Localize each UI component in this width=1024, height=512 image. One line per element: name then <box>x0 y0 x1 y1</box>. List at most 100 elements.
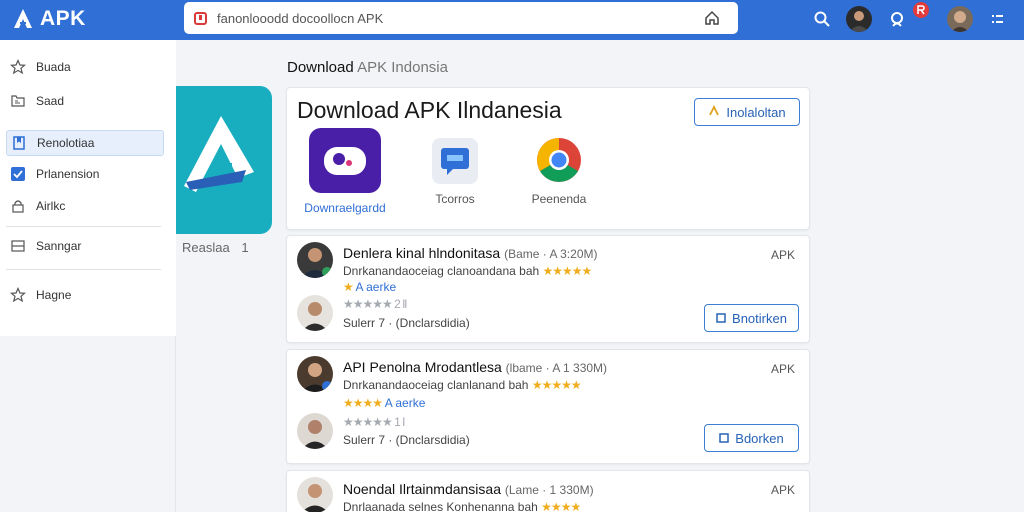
notification-badge-icon <box>913 2 929 18</box>
app-tile-downloader[interactable]: Downraelgardd <box>297 128 393 215</box>
row-desc-text: Dnrlaanada selnes Konhenanna bah <box>343 500 538 512</box>
app-tile-browser[interactable]: Peenenda <box>513 136 605 206</box>
sidebar-item-label: Buada <box>36 60 71 74</box>
reviewer-avatar <box>297 413 333 449</box>
app-tile-caption: Peenenda <box>531 192 587 206</box>
apk-logo-icon <box>184 116 254 192</box>
sidebar-item-planner[interactable]: Prlanension <box>6 161 164 187</box>
home-icon[interactable] <box>704 10 720 26</box>
row-subline: Sulerr 7 · (Dnclarsdidia) <box>343 316 470 330</box>
star-outline-icon <box>9 286 27 304</box>
list-item[interactable]: Denlera kinal hlndonitasa (Bame · A 3:20… <box>286 235 810 343</box>
page-title-sub: APK Indonsia <box>357 59 448 76</box>
chat-app-icon <box>309 128 381 193</box>
row-description: Dnrlaanada selnes Konhenanna bah ★★★★ <box>343 500 581 512</box>
sidebar-item-home[interactable]: Buada <box>6 54 164 80</box>
app-banner[interactable] <box>176 86 272 234</box>
reviewer-avatar <box>297 295 333 331</box>
row-link[interactable]: A aerke <box>355 280 396 294</box>
developer-avatar <box>297 242 333 278</box>
sidebar-item-label: Sanngar <box>36 239 82 253</box>
sidebar-item-recommended[interactable]: Renolotiaa <box>6 130 164 156</box>
brand-name: APK <box>40 7 86 30</box>
list-item[interactable]: API Penolna Mrodantlesa (lbame · A 1 330… <box>286 349 810 464</box>
star-icon: ★ <box>343 280 354 294</box>
app-tile-caption: Tcorros <box>435 192 475 206</box>
search-query: fanonlooodd docoollocn APK <box>217 10 384 26</box>
search-input[interactable]: fanonlooodd docoollocn APK <box>184 2 738 34</box>
row-meta: (lbame · A 1 330M) <box>505 361 608 375</box>
sidebar-item-label: Prlanension <box>36 167 100 181</box>
row-desc-text: Dnrkanandaoceiag clanoandana bah <box>343 264 540 278</box>
sidebar-item-label: Saad <box>36 94 65 108</box>
folder-icon <box>9 92 27 110</box>
sidebar-item-articles[interactable]: Airlkc <box>6 193 164 219</box>
download-button-label: Bdorken <box>735 430 784 446</box>
sidebar-item-settings[interactable]: Sanngar <box>6 233 164 259</box>
rating-stars: ★★★★★ <box>542 264 593 278</box>
app-tile-caption: Downraelgardd <box>304 201 386 215</box>
bookmark-icon <box>10 134 28 152</box>
star-icon: ★★★★ <box>343 396 383 410</box>
download-button[interactable]: Bnotirken <box>704 304 799 332</box>
hero-card: Download APK Ilndanesia Inolaloltan Down… <box>286 87 810 230</box>
list-icon <box>9 237 27 255</box>
download-icon <box>716 311 726 326</box>
banner-count: 1 <box>241 240 249 255</box>
lock-icon <box>9 197 27 215</box>
row-desc-text: Dnrkanandaoceiag clanlanand bah <box>343 378 529 392</box>
sidebar-item-help[interactable]: Hagne <box>6 282 164 308</box>
list-item[interactable]: Noendal Ilrtainmdansisaa (Lame · 1 330M)… <box>286 470 810 512</box>
sidebar-divider <box>6 226 161 227</box>
page-title: Download APK Indonsia <box>287 59 448 76</box>
app-badge-icon <box>194 11 207 25</box>
row-description: Dnrkanandaoceiag clanoandana bah ★★★★★ <box>343 264 593 278</box>
sidebar-item-label: Hagne <box>36 288 72 302</box>
user-avatar-2[interactable] <box>947 6 973 32</box>
row-link[interactable]: A aerke <box>385 396 426 410</box>
row-title: Noendal Ilrtainmdansisaa (Lame · 1 330M) <box>343 481 594 497</box>
install-button-label: Inolaloltan <box>726 104 786 120</box>
row-title-text: Noendal Ilrtainmdansisaa <box>343 481 501 497</box>
row-tag: APK <box>771 362 796 376</box>
sidebar-lower-area <box>0 336 176 512</box>
download-button-label: Bnotirken <box>732 310 787 326</box>
row-highlight: ★★★★ A aerke <box>343 396 425 410</box>
more-menu-icon[interactable] <box>984 6 1010 32</box>
rating-stars: ★★★★★ <box>531 378 582 392</box>
sidebar-divider <box>6 269 161 270</box>
sidebar-item-saved[interactable]: Saad <box>6 88 164 114</box>
chrome-icon <box>535 136 583 184</box>
user-avatar-1[interactable] <box>846 6 872 32</box>
spark-icon <box>708 104 720 120</box>
row-meta: (Bame · A 3:20M) <box>504 247 598 261</box>
developer-avatar <box>297 477 333 512</box>
row-description: Dnrkanandaoceiag clanlanand bah ★★★★★ <box>343 378 582 392</box>
install-button[interactable]: Inolaloltan <box>694 98 800 126</box>
rating-line: ★★★★★ 2 Il <box>343 297 407 311</box>
row-title-text: Denlera kinal hlndonitasa <box>343 245 501 261</box>
row-tag: APK <box>771 483 796 497</box>
rating-line: ★★★★★ 1 I <box>343 415 405 429</box>
notification-icon[interactable] <box>884 6 910 32</box>
apk-logo-icon <box>10 6 36 32</box>
row-title: API Penolna Mrodantlesa (lbame · A 1 330… <box>343 359 607 375</box>
banner-caption: Reaslaa 1 <box>182 240 249 255</box>
row-title: Denlera kinal hlndonitasa (Bame · A 3:20… <box>343 245 597 261</box>
top-bar: APK fanonlooodd docoollocn APK <box>0 0 1024 40</box>
rating-stars: ★★★★ <box>541 500 581 512</box>
sidebar-item-label: Renolotiaa <box>37 136 95 150</box>
developer-avatar <box>297 356 333 392</box>
row-tag: APK <box>771 248 796 262</box>
search-icon[interactable] <box>809 6 835 32</box>
message-app-icon <box>432 138 478 184</box>
sidebar-item-label: Airlkc <box>36 199 66 213</box>
row-meta: (Lame · 1 330M) <box>504 483 594 497</box>
brand-logo[interactable]: APK <box>10 4 86 34</box>
row-subline: Sulerr 7 · (Dnclarsdidia) <box>343 433 470 447</box>
download-icon <box>719 431 730 446</box>
download-button[interactable]: Bdorken <box>704 424 799 452</box>
checkbox-checked-icon <box>9 165 27 183</box>
row-title-text: API Penolna Mrodantlesa <box>343 359 502 375</box>
app-tile-tools[interactable]: Tcorros <box>413 138 497 206</box>
